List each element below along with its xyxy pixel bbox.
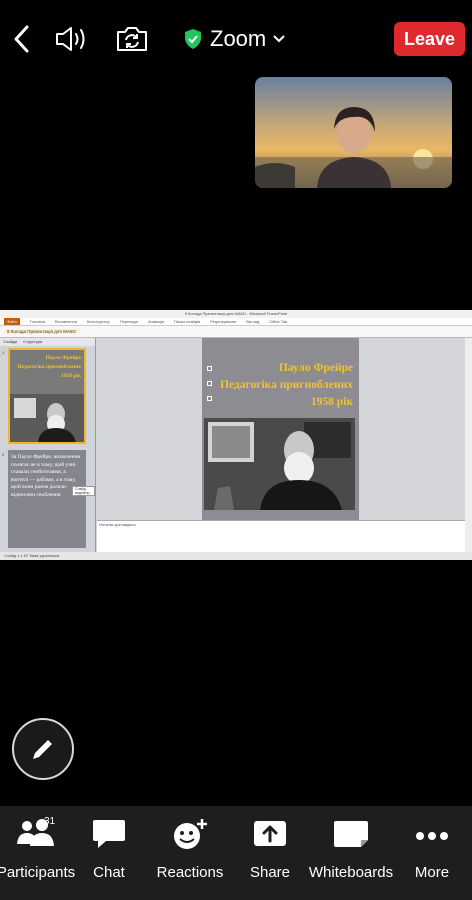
portrait-image [10, 394, 84, 442]
switch-camera-button[interactable] [112, 22, 152, 56]
slides-panel-tabs: Слайди Структура [0, 338, 95, 346]
ribbon-tab[interactable]: Конструктор [87, 318, 110, 325]
reactions-label: Reactions [156, 864, 224, 881]
chevron-down-icon [273, 35, 285, 43]
participants-button[interactable]: 31 Participants [0, 816, 82, 881]
top-bar: Zoom Leave [0, 0, 472, 72]
speaker-notes[interactable]: Нотатки доповідача [97, 520, 465, 552]
thumb-title-line: Пауло Фрейре [45, 355, 81, 361]
chevron-left-icon [14, 25, 29, 53]
participant-video[interactable] [255, 77, 452, 188]
ribbon-tab[interactable]: Головна [30, 318, 45, 325]
chat-icon [93, 820, 125, 848]
vertical-scrollbar[interactable] [465, 338, 472, 552]
thumb-title-line: Педагогіка пригноблених [17, 364, 81, 370]
slide-number: 2 [2, 452, 5, 457]
chat-button[interactable]: Chat [82, 818, 136, 881]
slide-number: 1 [2, 350, 5, 355]
whiteboard-icon [334, 821, 368, 847]
share-label: Share [249, 864, 291, 881]
slide-title-line: Пауло Фрейре [278, 362, 353, 374]
document-tab-bar: 9 Колода Презентація для МАКО [0, 326, 472, 338]
slide-bullets [207, 366, 212, 411]
more-button[interactable]: More [410, 818, 454, 881]
ribbon-tab[interactable]: Office Tab [269, 318, 287, 325]
whiteboards-button[interactable]: Whiteboards [308, 818, 394, 881]
ribbon-tab-file[interactable]: Файл [4, 318, 20, 325]
slides-panel: Слайди Структура 1 Пауло Фрейре Педагогі… [0, 338, 96, 552]
current-slide[interactable]: Пауло Фрейре Педагогіка пригноблених 195… [202, 338, 359, 520]
slide-title: Пауло Фрейре Педагогіка пригноблених 195… [220, 360, 353, 411]
ribbon-tabs: Файл Головна Вставлення Конструктор Пере… [0, 318, 472, 326]
reactions-icon [174, 819, 207, 849]
ribbon-tab[interactable]: Анімація [148, 318, 164, 325]
back-button[interactable] [8, 22, 36, 56]
meeting-title-dropdown[interactable]: Zoom [183, 24, 285, 54]
chat-label: Chat [93, 864, 125, 881]
tab-slides[interactable]: Слайди [3, 338, 17, 346]
participants-count: 31 [44, 816, 56, 827]
ribbon-tab[interactable]: Показ слайдів [174, 318, 200, 325]
status-bar: Слайд 1 з 10 Тема українська [0, 552, 472, 560]
speaker-icon [56, 27, 85, 51]
whiteboards-label: Whiteboards [308, 864, 394, 881]
more-icon [416, 832, 448, 840]
powerpoint-workspace: Слайди Структура 1 Пауло Фрейре Педагогі… [0, 338, 472, 552]
reactions-button[interactable]: Reactions [152, 818, 228, 881]
ribbon-tab[interactable]: Вставлення [55, 318, 77, 325]
meeting-title: Zoom [210, 26, 267, 51]
slide-thumbnail-2[interactable]: За Пауло Фрейре, визволення полягає не в… [8, 450, 86, 548]
more-label: More [414, 864, 450, 881]
share-button[interactable]: Share [245, 818, 295, 881]
participants-label: Participants [0, 864, 76, 881]
pencil-icon [33, 740, 52, 759]
ribbon-tab[interactable]: Вигляд [246, 318, 259, 325]
slide-title-line: Педагогіка пригноблених [220, 379, 353, 391]
notes-placeholder: Нотатки доповідача [99, 522, 136, 527]
share-icon [254, 821, 286, 846]
portrait-image [204, 418, 355, 510]
shared-screen: 9 Колода Презентація для МАКО - Microsof… [0, 310, 472, 560]
ribbon-tab[interactable]: Рецензування [210, 318, 236, 325]
slide-thumbnail-1[interactable]: Пауло Фрейре Педагогіка пригноблених 195… [8, 348, 86, 444]
shield-check-icon [185, 29, 201, 49]
ribbon-tab[interactable]: Переходи [120, 318, 138, 325]
annotate-button[interactable] [12, 718, 74, 780]
camera-switch-icon [117, 27, 147, 51]
slide-editor: Пауло Фрейре Педагогіка пригноблених 195… [97, 338, 465, 552]
window-title: 9 Колода Презентація для МАКО - Microsof… [0, 310, 472, 318]
video-frame [255, 77, 452, 188]
zoom-meeting-screen: Zoom Leave 9 Колода Презентація для МАКО… [0, 0, 472, 900]
tab-outline[interactable]: Структура [23, 338, 42, 346]
slide-title-line: 1958 рік [310, 396, 353, 408]
thumb-title-line: 1958 рік [60, 373, 81, 379]
bottom-toolbar: 31 Participants Chat Reactions Share Whi… [0, 806, 472, 900]
speaker-button[interactable] [54, 22, 90, 56]
thumbnail-title: Пауло Фрейре Педагогіка пригноблених 195… [17, 354, 81, 381]
tooltip: Слайд, виділено [72, 486, 95, 496]
document-tab[interactable]: 9 Колода Презентація для МАКО [4, 329, 79, 334]
leave-button[interactable]: Leave [394, 22, 465, 56]
